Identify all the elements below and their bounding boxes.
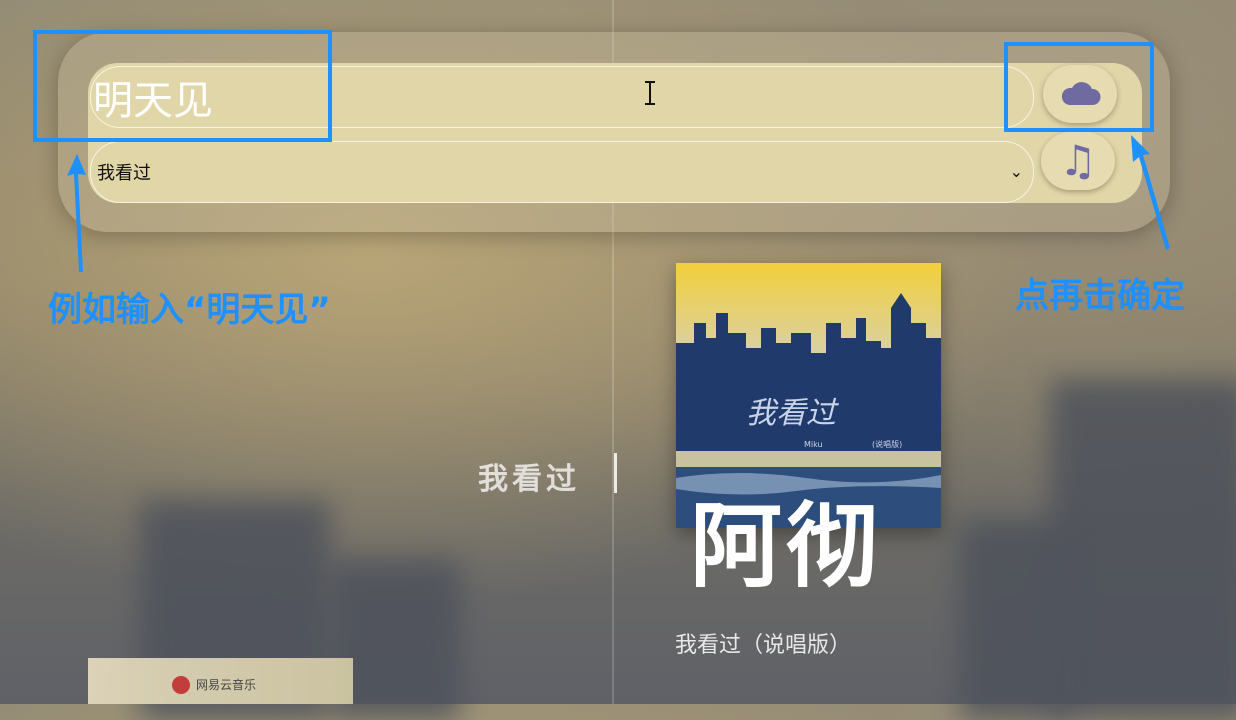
cover-title: 我看过 xyxy=(746,396,839,431)
playlist-select-value: 我看过 xyxy=(97,163,151,184)
background-building-right-2 xyxy=(960,520,1070,720)
search-highlight-box xyxy=(33,30,332,142)
current-lyric: 我看过 xyxy=(478,462,580,497)
arrow-up-right-icon xyxy=(1131,135,1170,250)
music-button[interactable]: ♫ xyxy=(1041,132,1115,190)
background-building-right xyxy=(1050,380,1236,720)
click-hint-label: 点再击确定 xyxy=(1015,276,1185,316)
cloud-highlight-box xyxy=(1004,42,1154,132)
artist-name: 阿彻 xyxy=(690,493,883,600)
cover-small-right: (说唱版) xyxy=(872,439,902,449)
input-hint-label: 例如输入“明天见” xyxy=(48,290,331,330)
cover-small-left: Miku xyxy=(804,440,823,449)
playlist-select[interactable]: 我看过 ⌄ xyxy=(90,141,1034,203)
thumbnail-label: 网易云音乐 xyxy=(196,678,257,692)
thumbnail-preview[interactable]: 网易云音乐 xyxy=(88,658,353,704)
netease-logo-icon xyxy=(172,676,190,694)
chevron-down-icon: ⌄ xyxy=(1009,162,1023,181)
music-note-icon: ♫ xyxy=(1059,136,1097,185)
lyric-indicator xyxy=(614,453,617,493)
text-cursor-icon xyxy=(645,81,655,105)
song-title: 我看过（说唱版） xyxy=(675,633,852,658)
arrow-up-left-icon xyxy=(67,154,86,272)
